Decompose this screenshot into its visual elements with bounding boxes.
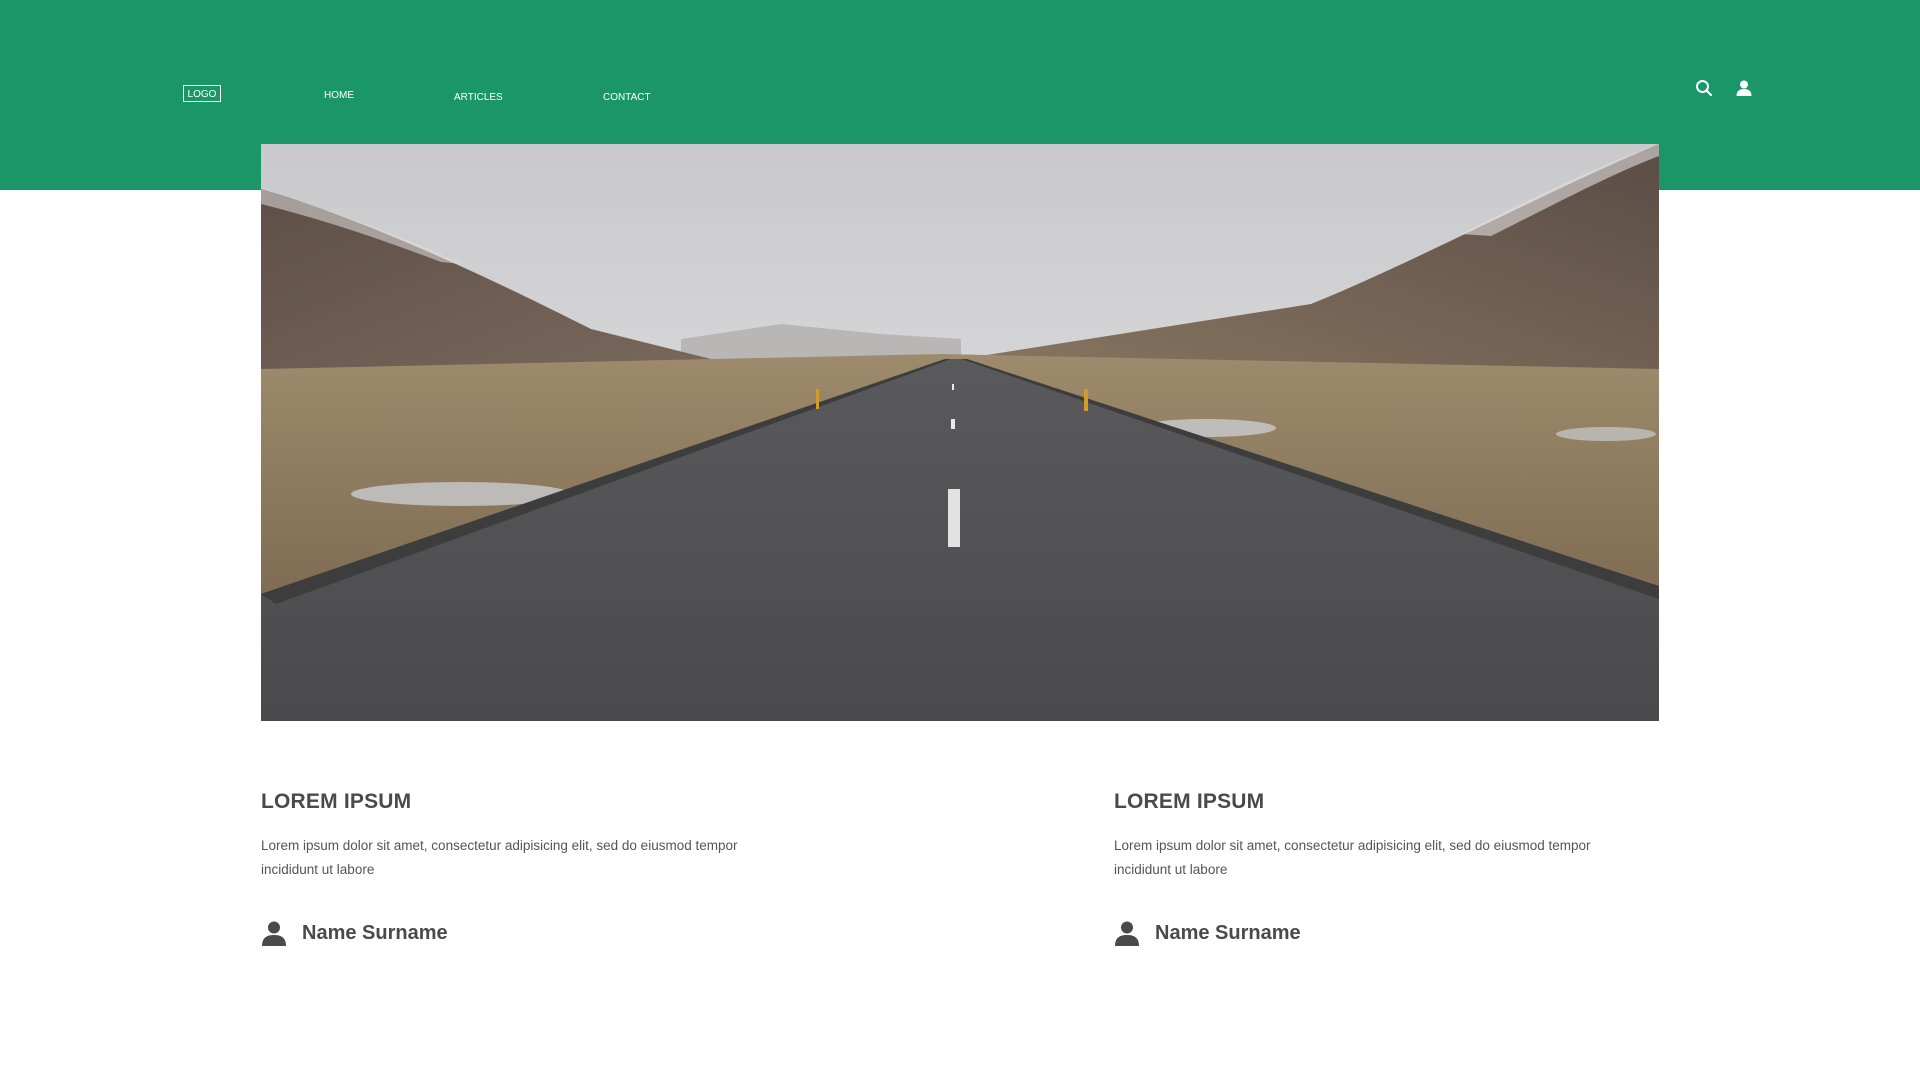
nav-contact[interactable]: CONTACT bbox=[603, 92, 651, 103]
card-text: Lorem ipsum dolor sit amet, consectetur … bbox=[1114, 838, 1591, 877]
author: Name Surname bbox=[1114, 920, 1674, 946]
hero-image bbox=[261, 144, 1659, 721]
user-icon bbox=[1114, 920, 1140, 946]
user-icon[interactable] bbox=[1733, 77, 1755, 99]
card-text: Lorem ipsum dolor sit amet, consectetur … bbox=[261, 838, 738, 877]
logo[interactable]: LOGO bbox=[183, 85, 221, 102]
author-name: Name Surname bbox=[302, 921, 448, 944]
card-title[interactable]: LOREM IPSUM bbox=[1114, 790, 1674, 814]
author: Name Surname bbox=[261, 920, 821, 946]
search-icon[interactable] bbox=[1693, 77, 1715, 99]
user-icon bbox=[261, 920, 287, 946]
article-card[interactable]: LOREM IPSUM Lorem ipsum dolor sit amet, … bbox=[1114, 790, 1674, 946]
nav-home[interactable]: HOME bbox=[324, 90, 354, 101]
article-card[interactable]: LOREM IPSUM Lorem ipsum dolor sit amet, … bbox=[261, 790, 821, 946]
card-title[interactable]: LOREM IPSUM bbox=[261, 790, 821, 814]
author-name: Name Surname bbox=[1155, 921, 1301, 944]
nav-articles[interactable]: ARTICLES bbox=[454, 92, 503, 103]
